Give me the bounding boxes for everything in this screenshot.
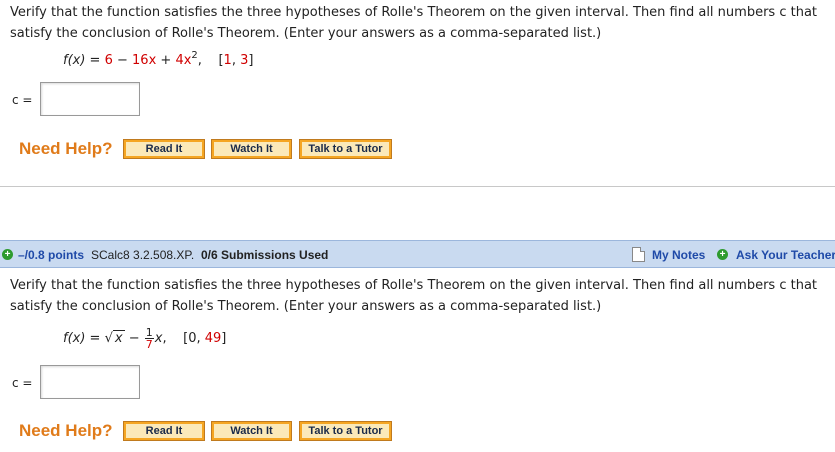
watch-it-button-1[interactable]: Watch It — [211, 139, 292, 159]
talk-to-tutor-button-1[interactable]: Talk to a Tutor — [299, 139, 392, 159]
my-notes-link[interactable]: My Notes — [652, 248, 705, 262]
notes-icon[interactable] — [632, 247, 645, 262]
question-code: SCalc8 3.2.508.XP. — [91, 248, 195, 262]
answer-input-2[interactable] — [40, 365, 140, 399]
c-label-2: c = — [12, 376, 33, 390]
talk-to-tutor-button-2[interactable]: Talk to a Tutor — [299, 421, 392, 441]
need-help-label-2: Need Help? — [19, 421, 113, 440]
points-label: –/0.8 points — [18, 248, 85, 262]
section-divider — [0, 186, 835, 187]
fraction-coefficient: 17 — [144, 326, 154, 351]
problem-2-formula: f(x) = √ x − 1 7 x, [0, 49] — [63, 326, 227, 351]
problem-1-formula: f(x) = 6 − 16x + 4x2, [1, 3] — [63, 50, 254, 69]
expand-plus-icon[interactable]: + — [2, 249, 13, 260]
interval-2: [0, 49] — [183, 331, 227, 346]
term-linear: 16x — [132, 53, 157, 68]
read-it-button-2[interactable]: Read It — [123, 421, 205, 441]
need-help-label-1: Need Help? — [19, 139, 113, 158]
term-quadratic: 4x — [175, 53, 192, 68]
term-constant: 6 — [104, 53, 113, 68]
question-2-header: + –/0.8 points SCalc8 3.2.508.XP. 0/6 Su… — [0, 240, 835, 268]
read-it-button-1[interactable]: Read It — [123, 139, 205, 159]
ask-teacher-plus-icon[interactable]: + — [717, 249, 728, 260]
sqrt-symbol: √ — [104, 331, 113, 346]
c-label-1: c = — [12, 93, 33, 107]
sqrt-argument: x — [112, 330, 125, 346]
interval-1: [1, 3] — [218, 53, 254, 68]
watch-it-button-2[interactable]: Watch It — [211, 421, 292, 441]
answer-input-1[interactable] — [40, 82, 140, 116]
problem-2-statement: Verify that the function satisfies the t… — [10, 278, 818, 314]
ask-your-teacher-link[interactable]: Ask Your Teacher — [736, 248, 835, 262]
submissions-used: 0/6 Submissions Used — [201, 248, 329, 262]
problem-1-statement: Verify that the function satisfies the t… — [10, 5, 818, 41]
